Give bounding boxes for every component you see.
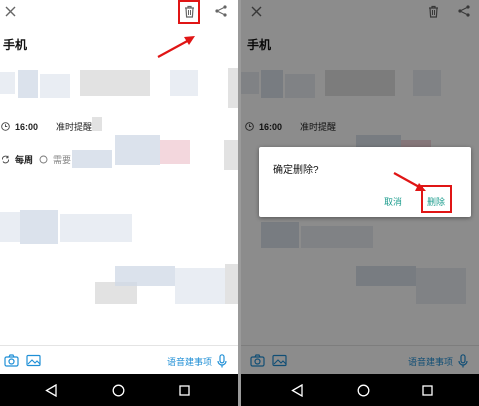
blurred-content: [18, 70, 38, 98]
repeat-icon: [39, 155, 48, 164]
blurred-content: [40, 74, 70, 98]
top-toolbar: [0, 0, 238, 24]
android-nav-bar: [241, 374, 479, 406]
reminder-label: 准时提醒: [56, 122, 93, 132]
image-icon[interactable]: [25, 353, 41, 368]
clock-icon: [1, 122, 10, 131]
blurred-content: [175, 268, 225, 304]
recents-icon[interactable]: [176, 382, 192, 398]
blurred-content: [0, 212, 20, 242]
repeat-extra: 需要: [53, 155, 72, 165]
blurred-content: [0, 72, 15, 94]
repeat-row[interactable]: 每周 需要: [1, 153, 71, 166]
reminder-time: 16:00: [15, 121, 39, 132]
trash-highlight-box: [178, 0, 200, 24]
home-icon[interactable]: [355, 382, 371, 398]
blurred-content: [115, 266, 175, 286]
blurred-content: [115, 135, 160, 165]
share-icon[interactable]: [214, 4, 228, 18]
close-icon[interactable]: [3, 4, 17, 18]
recents-icon[interactable]: [419, 382, 435, 398]
blurred-content: [228, 68, 238, 108]
pointer-arrow: [157, 36, 195, 58]
note-title: 手机: [3, 38, 28, 52]
repeat-label: 每周: [15, 155, 34, 165]
blurred-content: [80, 70, 150, 96]
mic-icon[interactable]: [216, 353, 228, 369]
blurred-content: [20, 210, 58, 244]
dialog-title: 确定删除?: [273, 165, 319, 176]
repeat-icon: [1, 155, 10, 164]
blurred-content: [170, 70, 198, 96]
camera-icon[interactable]: [3, 353, 19, 368]
reminder-row[interactable]: 16:00 准时提醒: [1, 120, 92, 133]
voice-create-button[interactable]: 语音建事项: [167, 355, 212, 368]
blurred-content: [225, 264, 238, 304]
note-editor-screen: 手机 16:00 准时提醒 每周 需要 语音建事项: [0, 0, 238, 406]
blurred-content: [160, 140, 190, 164]
delete-confirm-screen: 手机 16:00 准时提醒 语音建事项 确定删除? 取消 删除: [241, 0, 479, 406]
blurred-content: [60, 214, 132, 242]
blurred-content: [224, 140, 238, 170]
back-icon[interactable]: [43, 382, 59, 398]
pointer-arrow: [393, 172, 426, 191]
blurred-content: [72, 150, 112, 168]
bottom-toolbar: 语音建事项: [0, 345, 238, 374]
back-icon[interactable]: [289, 382, 305, 398]
blurred-content: [92, 117, 102, 131]
android-nav-bar: [0, 374, 238, 406]
home-icon[interactable]: [110, 382, 126, 398]
